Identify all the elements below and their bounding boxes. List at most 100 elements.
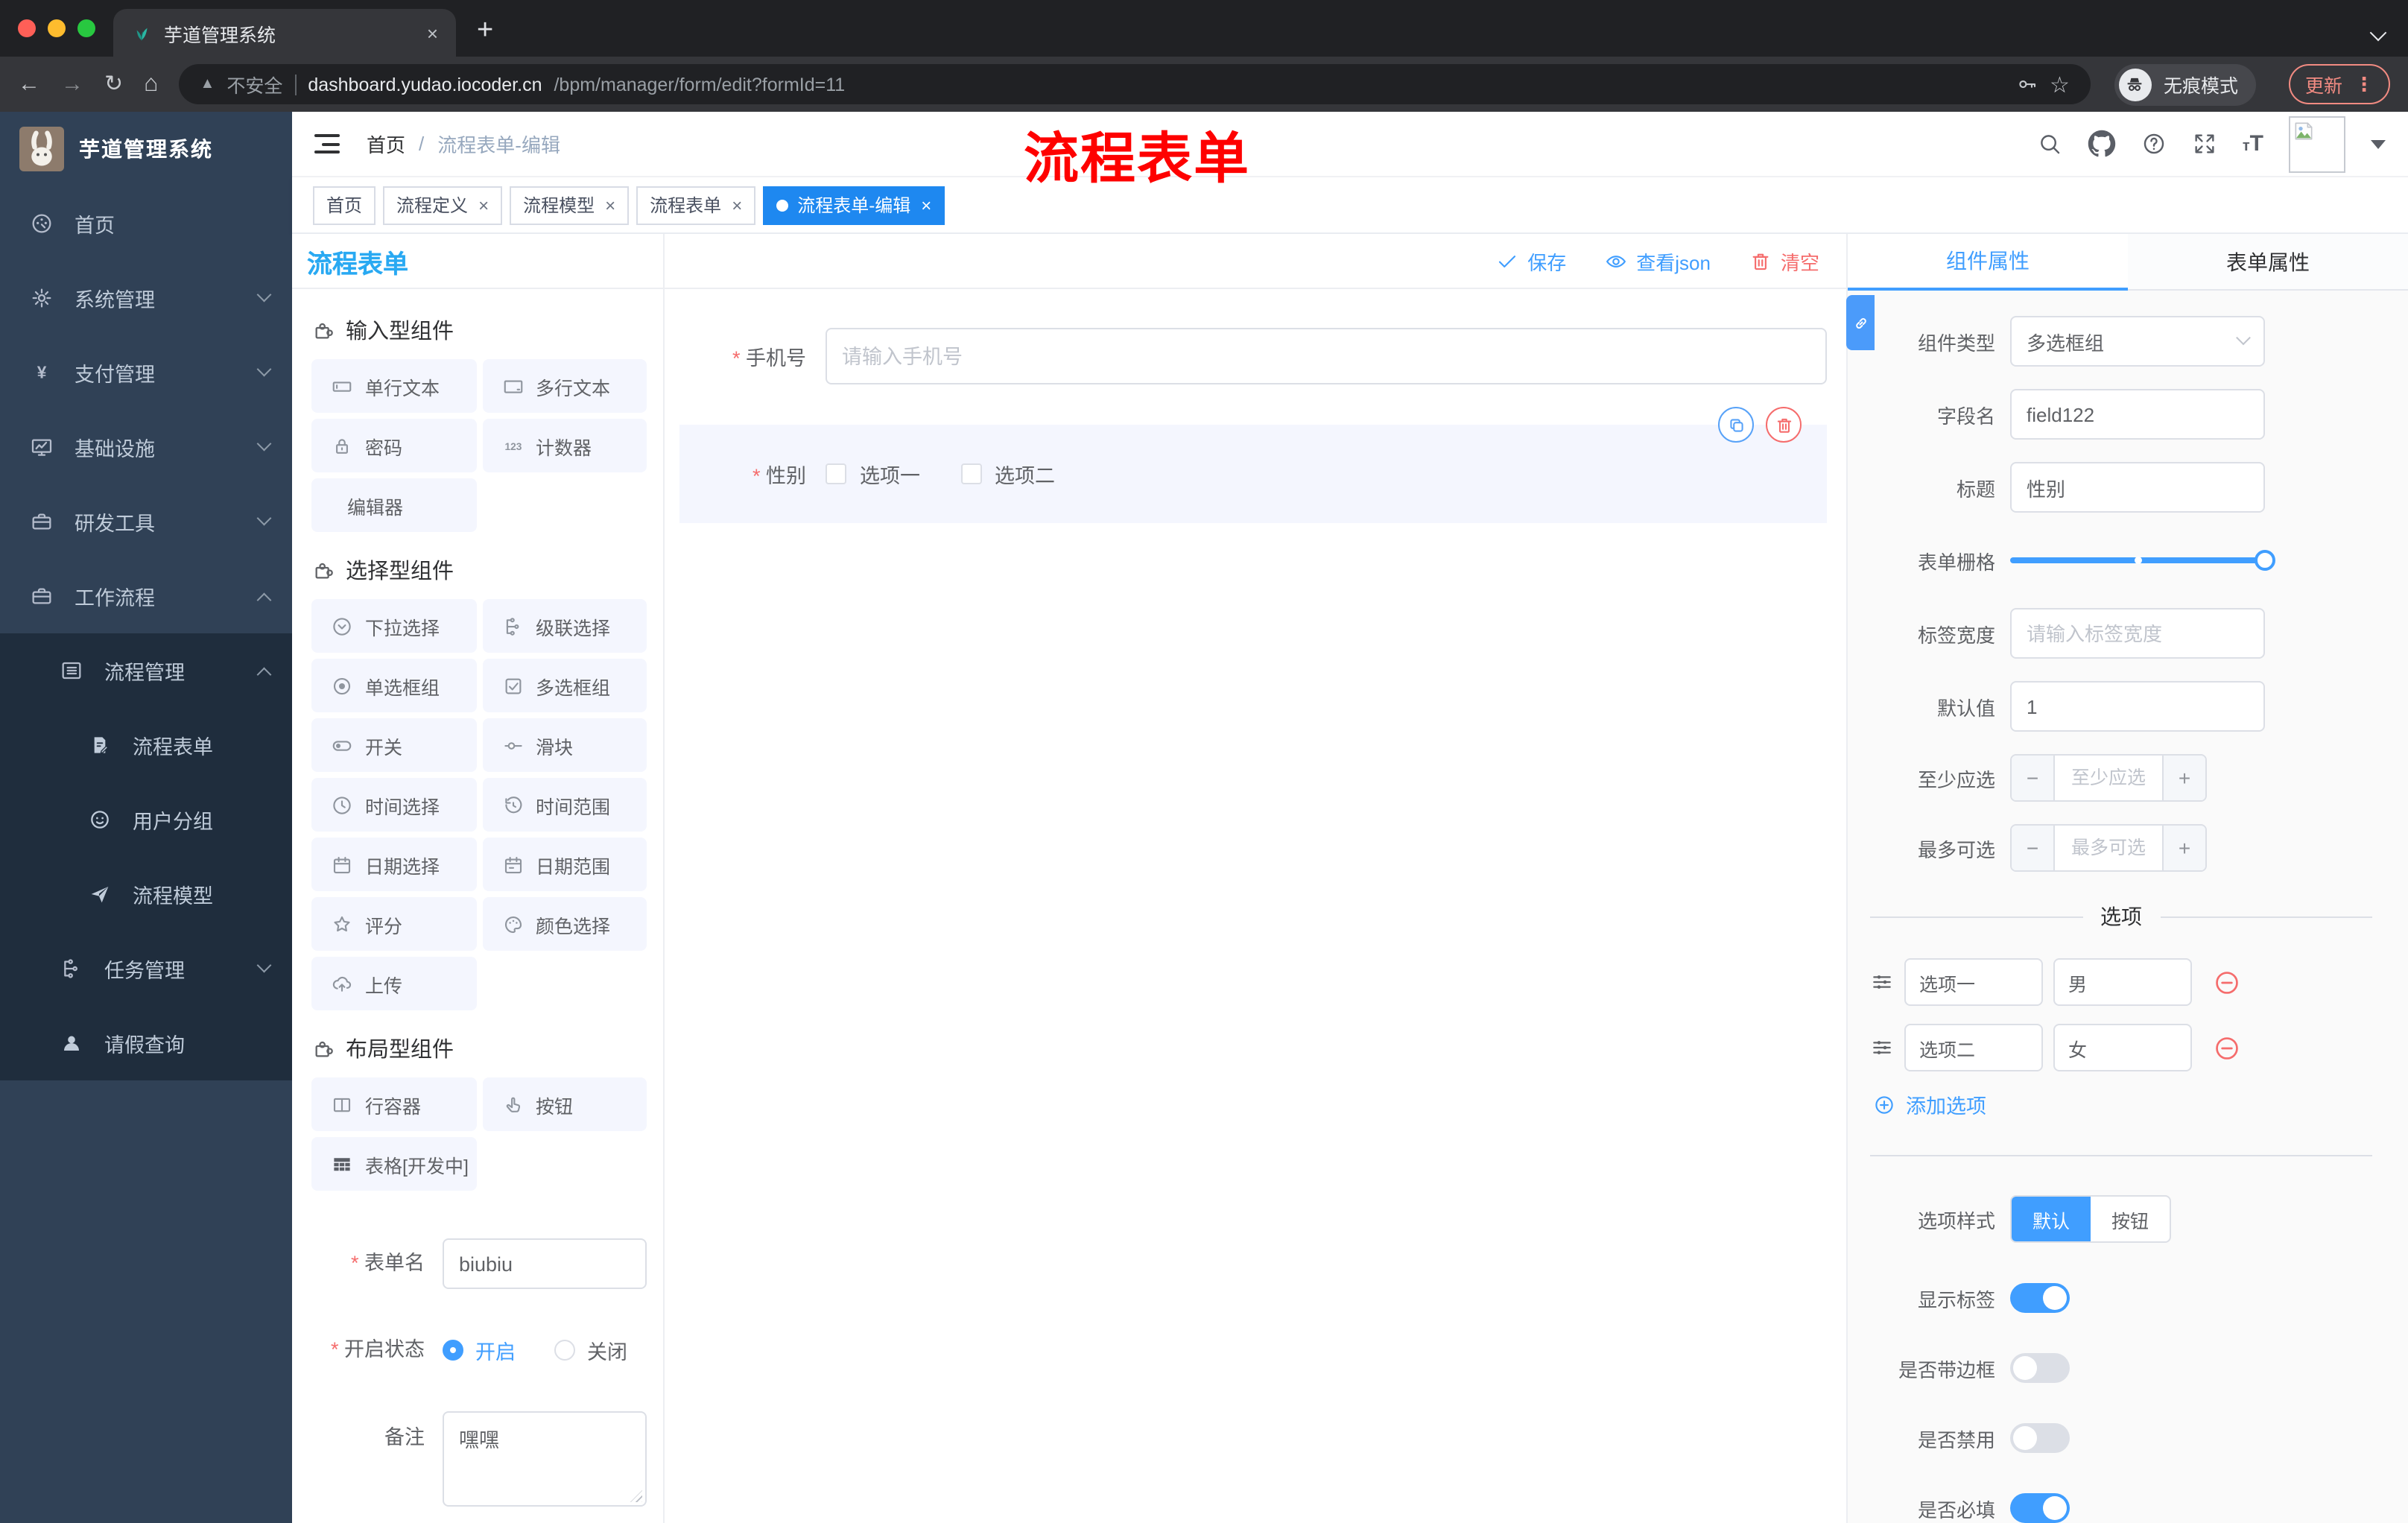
component-password[interactable]: 密码 — [311, 419, 476, 472]
component-checkbox-group[interactable]: 多选框组 — [482, 659, 647, 712]
stepper-plus-button[interactable]: + — [2162, 826, 2205, 870]
address-bar[interactable]: ▲ 不安全 dashboard.yudao.iocoder.cn/bpm/man… — [179, 64, 2091, 104]
option1-value-input[interactable] — [2053, 958, 2192, 1006]
maximize-window-button[interactable] — [77, 19, 95, 37]
option2-value-input[interactable] — [2053, 1024, 2192, 1071]
tag-process-definition[interactable]: 流程定义 × — [383, 186, 503, 224]
form-name-input[interactable] — [443, 1238, 647, 1289]
field-name-input[interactable] — [2010, 389, 2265, 440]
status-radio-on[interactable]: 开启 — [443, 1335, 516, 1365]
component-slider[interactable]: 滑块 — [482, 718, 647, 772]
avatar[interactable] — [2289, 115, 2345, 172]
delete-component-button[interactable] — [1766, 407, 1802, 443]
forward-icon[interactable]: → — [61, 73, 83, 95]
grid-slider[interactable] — [2010, 550, 2275, 571]
remove-option-icon[interactable] — [2213, 1033, 2241, 1062]
github-icon[interactable] — [2088, 130, 2116, 158]
min-select-input[interactable] — [2055, 756, 2162, 800]
tag-process-model[interactable]: 流程模型 × — [510, 186, 630, 224]
tab-search-chevron-icon[interactable] — [2369, 24, 2387, 42]
remove-option-icon[interactable] — [2213, 968, 2241, 996]
component-upload[interactable]: 上传 — [311, 957, 476, 1010]
component-editor[interactable]: 编辑器 — [311, 478, 476, 532]
component-multi-line-text[interactable]: 多行文本 — [482, 359, 647, 413]
option1-name-input[interactable] — [1904, 958, 2043, 1006]
form-remark-textarea[interactable]: 嘿嘿 — [443, 1411, 647, 1507]
component-cascader[interactable]: 级联选择 — [482, 599, 647, 653]
with-border-toggle[interactable] — [2010, 1353, 2070, 1383]
tag-process-form-edit[interactable]: 流程表单-编辑 × — [763, 186, 945, 224]
minimize-window-button[interactable] — [48, 19, 66, 37]
sidebar-item-leave-query[interactable]: 请假查询 — [0, 1006, 292, 1080]
stepper-minus-button[interactable]: − — [2012, 826, 2055, 870]
component-time-picker[interactable]: 时间选择 — [311, 778, 476, 832]
component-date-picker[interactable]: 日期选择 — [311, 838, 476, 891]
tab-close-icon[interactable]: × — [427, 22, 438, 44]
search-icon[interactable] — [2037, 131, 2062, 156]
label-width-input[interactable] — [2010, 608, 2265, 659]
sidebar-item-home[interactable]: 首页 — [0, 186, 292, 261]
tag-close-icon[interactable]: × — [478, 194, 489, 215]
sidebar-item-process-manage[interactable]: 流程管理 — [0, 633, 292, 708]
sidebar-item-task-manage[interactable]: 任务管理 — [0, 931, 292, 1006]
bookmark-star-icon[interactable]: ☆ — [2050, 71, 2070, 98]
option2-name-input[interactable] — [1904, 1024, 2043, 1071]
gender-option2-checkbox[interactable]: 选项二 — [960, 459, 1055, 489]
tag-close-icon[interactable]: × — [605, 194, 615, 215]
show-label-toggle[interactable] — [2010, 1283, 2070, 1313]
view-json-button[interactable]: 查看json — [1605, 247, 1711, 275]
component-rate[interactable]: 评分 — [311, 897, 476, 951]
tab-component-props[interactable]: 组件属性 — [1848, 234, 2128, 291]
breadcrumb-home[interactable]: 首页 — [367, 130, 405, 158]
style-default-button[interactable]: 默认 — [2012, 1197, 2091, 1241]
max-select-input[interactable] — [2055, 826, 2162, 870]
tag-close-icon[interactable]: × — [921, 194, 931, 215]
clear-button[interactable]: 清空 — [1749, 247, 1819, 275]
default-value-input[interactable] — [2010, 681, 2265, 732]
browser-tab[interactable]: 芋道管理系统 × — [113, 9, 456, 57]
sidebar-item-payment[interactable]: 支付管理 — [0, 335, 292, 410]
component-date-range[interactable]: 日期范围 — [482, 838, 647, 891]
gender-option1-checkbox[interactable]: 选项一 — [826, 459, 920, 489]
component-counter[interactable]: 计数器 — [482, 419, 647, 472]
sidebar-item-process-form[interactable]: 流程表单 — [0, 708, 292, 782]
phone-input[interactable] — [826, 328, 1827, 384]
back-icon[interactable]: ← — [18, 73, 40, 95]
tab-form-props[interactable]: 表单属性 — [2128, 234, 2408, 291]
component-table[interactable]: 表格[开发中] — [311, 1137, 476, 1191]
tag-close-icon[interactable]: × — [732, 194, 742, 215]
fullscreen-icon[interactable] — [2192, 131, 2217, 156]
component-time-range[interactable]: 时间范围 — [482, 778, 647, 832]
sidebar-item-system[interactable]: 系统管理 — [0, 261, 292, 335]
drag-handle-icon[interactable] — [1870, 1036, 1894, 1060]
required-toggle[interactable] — [2010, 1493, 2070, 1523]
drag-handle-icon[interactable] — [1870, 970, 1894, 994]
status-radio-off[interactable]: 关闭 — [554, 1335, 627, 1365]
component-button[interactable]: 按钮 — [482, 1077, 647, 1131]
stepper-minus-button[interactable]: − — [2012, 756, 2055, 800]
sidebar-item-process-model[interactable]: 流程模型 — [0, 857, 292, 931]
title-input[interactable] — [2010, 462, 2265, 513]
component-radio-group[interactable]: 单选框组 — [311, 659, 476, 712]
sidebar-item-workflow[interactable]: 工作流程 — [0, 559, 292, 633]
link-drawer-handle[interactable] — [1846, 295, 1875, 350]
stepper-plus-button[interactable]: + — [2162, 756, 2205, 800]
component-select[interactable]: 下拉选择 — [311, 599, 476, 653]
slider-handle[interactable] — [2255, 550, 2275, 571]
help-icon[interactable] — [2141, 131, 2167, 156]
component-row-container[interactable]: 行容器 — [311, 1077, 476, 1131]
duplicate-component-button[interactable] — [1718, 407, 1754, 443]
security-label[interactable]: 不安全 — [226, 70, 282, 98]
disabled-toggle[interactable] — [2010, 1423, 2070, 1453]
user-menu-caret-icon[interactable] — [2371, 139, 2386, 148]
close-window-button[interactable] — [18, 19, 36, 37]
font-size-icon[interactable]: тT — [2243, 133, 2263, 155]
tag-process-form[interactable]: 流程表单 × — [636, 186, 756, 224]
sidebar-item-infra[interactable]: 基础设施 — [0, 410, 292, 484]
sidebar-item-user-group[interactable]: 用户分组 — [0, 782, 292, 857]
new-tab-button[interactable]: + — [477, 15, 493, 48]
checkbox-icon[interactable] — [826, 463, 846, 484]
component-type-select[interactable]: 多选框组 — [2010, 316, 2265, 367]
home-icon[interactable]: ⌂ — [144, 72, 158, 96]
sidebar-item-devtools[interactable]: 研发工具 — [0, 484, 292, 559]
